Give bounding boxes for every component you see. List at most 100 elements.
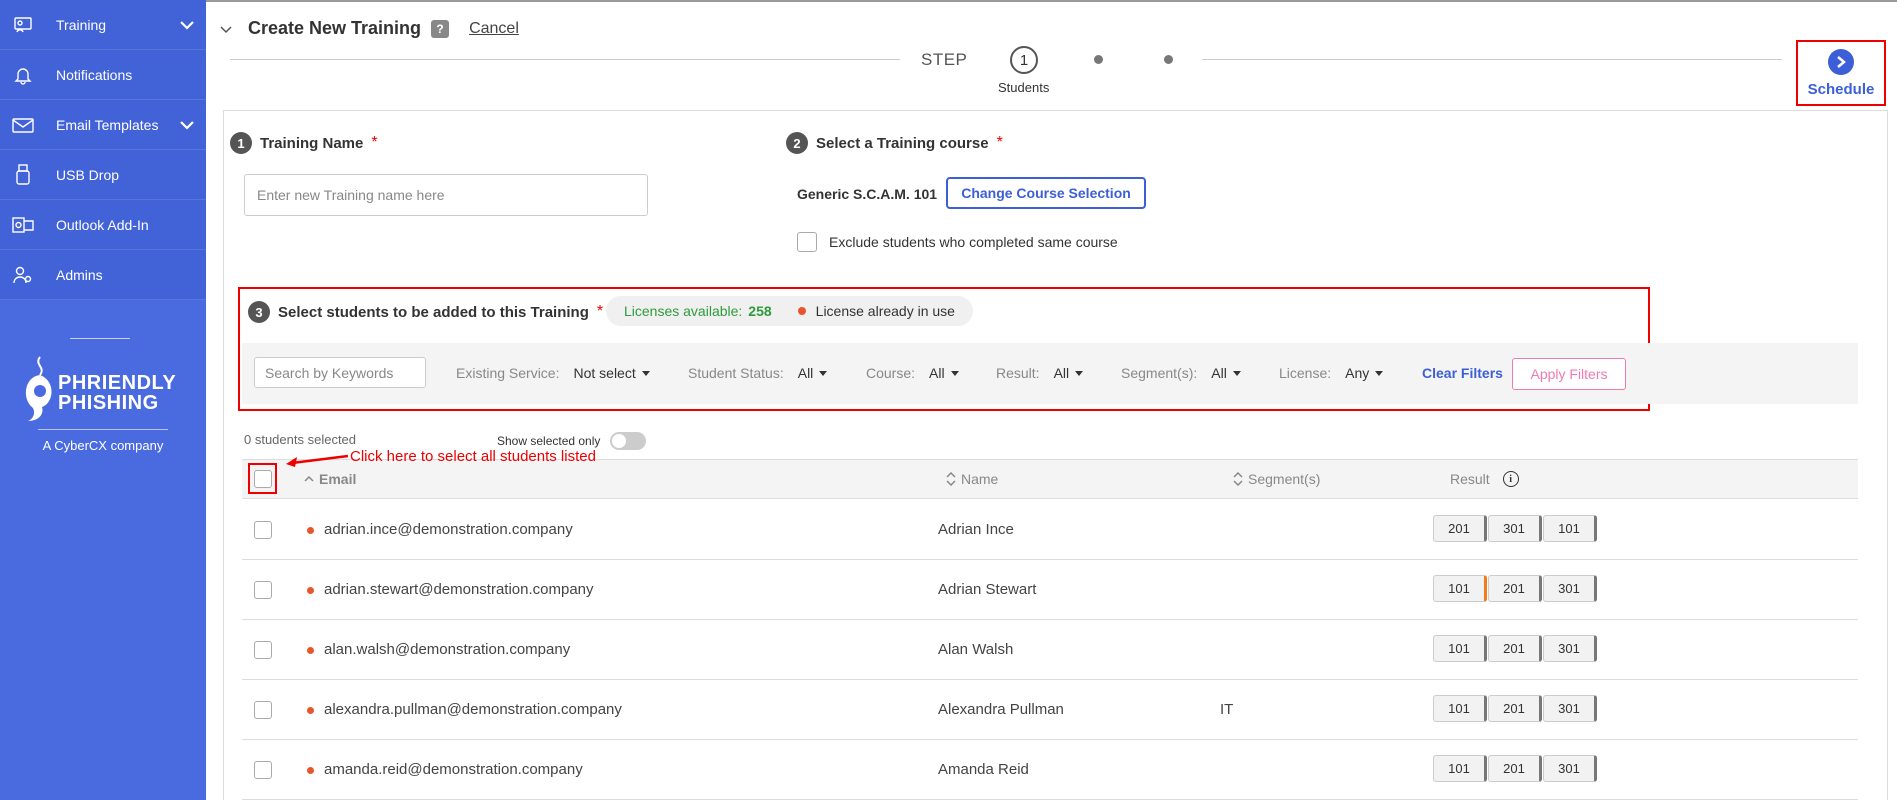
table-row[interactable]: adrian.stewart@demonstration.company Adr… <box>242 560 1858 620</box>
sidebar-item-usb-drop[interactable]: USB Drop <box>0 150 206 200</box>
change-course-button[interactable]: Change Course Selection <box>946 177 1146 209</box>
table-row[interactable]: amanda.reid@demonstration.company Amanda… <box>242 740 1858 800</box>
result-tag: 101 <box>1433 755 1487 782</box>
step-name: Students <box>998 80 1050 95</box>
logo-text-line2: PHISHING <box>58 392 159 414</box>
logo-subtitle: A CyberCX company <box>38 429 168 453</box>
caret-down-icon <box>1375 370 1384 376</box>
license-in-use-dot-icon <box>307 647 314 654</box>
step-circle-current: 1 <box>1010 46 1038 74</box>
collapse-chevron-icon[interactable] <box>220 21 232 37</box>
clear-filters-link[interactable]: Clear Filters <box>1422 365 1503 381</box>
filter-value-text: All <box>929 365 945 381</box>
row-results: 101 201 301 <box>1433 695 1597 722</box>
select-all-checkbox[interactable] <box>253 469 272 488</box>
filter-value-text: All <box>1211 365 1227 381</box>
student-status-filter[interactable]: Student Status: All <box>688 365 828 381</box>
exclude-completed-checkbox[interactable] <box>797 232 817 252</box>
filter-label: Result: <box>996 365 1040 381</box>
required-marker: * <box>371 134 378 151</box>
sidebar-item-notifications[interactable]: Notifications <box>0 50 206 100</box>
row-checkbox[interactable] <box>254 641 272 659</box>
sidebar-item-label: Admins <box>56 266 103 283</box>
existing-service-filter[interactable]: Existing Service: Not select <box>456 365 650 381</box>
step-dot <box>1164 55 1173 64</box>
mail-icon <box>12 114 34 136</box>
row-results: 101 201 301 <box>1433 755 1597 782</box>
usb-icon <box>12 163 34 186</box>
help-icon[interactable]: ? <box>431 19 450 38</box>
sidebar-item-label: Email Templates <box>56 116 159 133</box>
sidebar-item-email-templates[interactable]: Email Templates <box>0 100 206 150</box>
license-status-pill: Licenses available: 258 License already … <box>606 296 973 326</box>
row-checkbox[interactable] <box>254 521 272 539</box>
table-row[interactable]: alan.walsh@demonstration.company Alan Wa… <box>242 620 1858 680</box>
row-email: amanda.reid@demonstration.company <box>324 761 583 778</box>
license-in-use-dot-icon <box>307 527 314 534</box>
row-checkbox[interactable] <box>254 701 272 719</box>
column-header-email[interactable]: Email <box>304 471 356 487</box>
filter-value-text: All <box>1053 365 1070 381</box>
training-name-input[interactable] <box>244 174 648 216</box>
sidebar-nav: Training Notifications Email Templates U… <box>0 0 206 300</box>
show-selected-toggle[interactable] <box>610 432 647 450</box>
result-filter[interactable]: Result: All <box>996 365 1084 381</box>
sidebar: Training Notifications Email Templates U… <box>0 0 206 800</box>
result-tag: 201 <box>1488 635 1542 662</box>
sort-asc-icon <box>304 475 314 482</box>
sidebar-item-training[interactable]: Training <box>0 0 206 50</box>
stepper-line <box>230 59 900 60</box>
info-icon[interactable]: i <box>1502 471 1519 487</box>
result-tag: 201 <box>1488 575 1542 602</box>
filter-label: Segment(s): <box>1121 365 1198 381</box>
column-header-label: Segment(s) <box>1248 471 1321 487</box>
cancel-link[interactable]: Cancel <box>469 20 519 38</box>
apply-filters-button[interactable]: Apply Filters <box>1512 358 1626 390</box>
show-selected-label: Show selected only <box>497 434 601 448</box>
row-results: 201 301 101 <box>1433 515 1597 542</box>
row-name: Adrian Ince <box>938 521 1014 538</box>
row-results: 101 201 301 <box>1433 635 1597 662</box>
chevron-down-icon <box>180 17 194 33</box>
schedule-label: Schedule <box>1807 80 1875 98</box>
filter-value: All <box>1054 365 1084 381</box>
column-header-label: Result <box>1450 471 1490 487</box>
highlight-box-select-all <box>248 463 277 494</box>
section-title: Training Name <box>260 134 364 152</box>
license-filter[interactable]: License: Any <box>1279 365 1384 381</box>
column-header-result: Result i <box>1450 471 1519 487</box>
annotation-arrow-icon <box>286 454 349 467</box>
column-header-segments[interactable]: Segment(s) <box>1233 471 1320 487</box>
sidebar-item-outlook-add-in[interactable]: Outlook Add-In <box>0 200 206 250</box>
filter-value: Not select <box>573 365 650 381</box>
row-checkbox[interactable] <box>254 581 272 599</box>
sidebar-item-admins[interactable]: Admins <box>0 250 206 300</box>
row-checkbox[interactable] <box>254 761 272 779</box>
filter-value: All <box>1211 365 1241 381</box>
required-marker: * <box>996 134 1003 151</box>
logo-text-line1: PHRIENDLY <box>58 372 177 394</box>
filter-value: Any <box>1345 365 1384 381</box>
chevron-right-circle-icon <box>1828 48 1854 75</box>
filter-label: Course: <box>866 365 916 381</box>
table-row[interactable]: alexandra.pullman@demonstration.company … <box>242 680 1858 740</box>
table-row[interactable]: adrian.ince@demonstration.company Adrian… <box>242 500 1858 560</box>
admins-icon <box>12 264 34 286</box>
stepper-line <box>1202 59 1782 60</box>
column-header-name[interactable]: Name <box>946 471 998 487</box>
segments-filter[interactable]: Segment(s): All <box>1121 365 1241 381</box>
page-title: Create New Training <box>248 18 422 38</box>
schedule-button[interactable]: Schedule <box>1796 40 1886 106</box>
result-tag: 201 <box>1488 755 1542 782</box>
filter-value-text: All <box>797 365 814 381</box>
license-in-use-dot-icon <box>307 767 314 774</box>
row-name: Adrian Stewart <box>938 581 1037 598</box>
step-label: STEP <box>921 50 968 69</box>
result-tag: 101 <box>1543 515 1597 542</box>
keyword-search-input[interactable] <box>254 357 426 388</box>
filter-value: All <box>929 365 959 381</box>
outlook-icon <box>12 214 34 236</box>
caret-down-icon <box>950 370 959 376</box>
result-tag: 301 <box>1543 755 1597 782</box>
course-filter[interactable]: Course: All <box>866 365 959 381</box>
